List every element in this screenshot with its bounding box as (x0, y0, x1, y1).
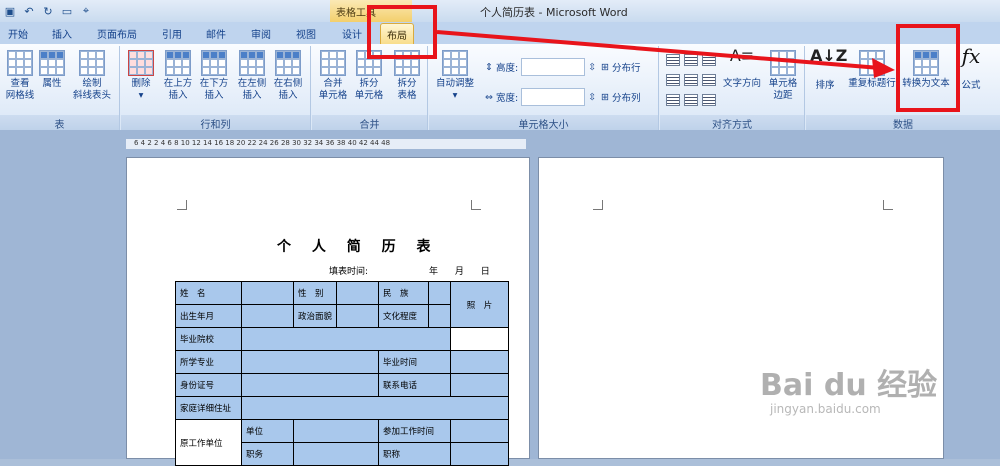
baidu-watermark: Bai du 经验 (760, 368, 938, 403)
baidu-watermark-url: jingyan.baidu.com (770, 402, 881, 416)
